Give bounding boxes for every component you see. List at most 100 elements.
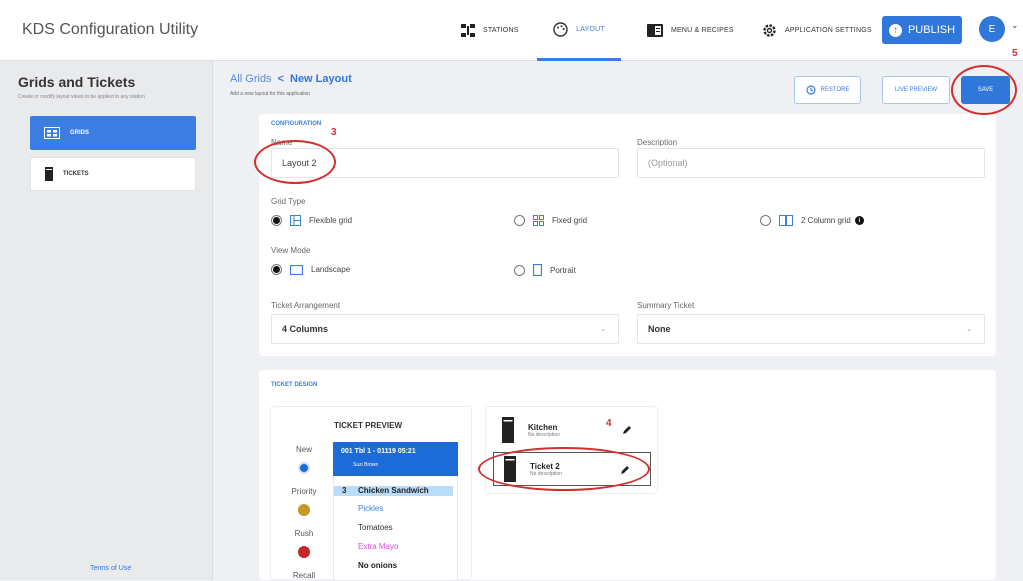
legend-priority-dot xyxy=(298,504,310,516)
flexible-grid-icon xyxy=(290,215,301,226)
ticket-template-desc: No description xyxy=(528,431,560,438)
stations-icon xyxy=(461,24,475,37)
radio-button[interactable] xyxy=(514,264,525,276)
nav-label-menu-recipes: MENU & RECIPES xyxy=(671,27,734,34)
nav-tab-layout[interactable]: LAYOUT xyxy=(537,0,621,61)
ticket-template-name: Kitchen xyxy=(528,422,558,432)
live-preview-button[interactable]: LIVE PREVIEW xyxy=(882,76,950,104)
annotation-circle-name xyxy=(254,140,336,184)
annotation-number-3: 3 xyxy=(331,127,337,138)
legend-rush-label: Rush xyxy=(294,529,314,538)
info-icon[interactable]: i xyxy=(854,216,864,225)
radio-landscape[interactable]: Landscape xyxy=(271,264,350,275)
ticket-modifier: Extra Mayo xyxy=(358,542,399,551)
configuration-section-title: CONFIGURATION xyxy=(271,121,322,127)
annotation-circle-save xyxy=(951,65,1017,115)
two-column-grid-icon xyxy=(779,215,793,226)
ticket-template-kitchen[interactable]: Kitchen No description xyxy=(492,413,652,447)
sidebar-title: Grids and Tickets xyxy=(18,74,136,90)
two-column-grid-label: 2 Column grid xyxy=(801,216,851,225)
annotation-circle-ticket xyxy=(478,447,650,491)
radio-button-selected[interactable] xyxy=(271,215,282,226)
ticket-modifier: Pickles xyxy=(358,504,384,513)
grid-icon xyxy=(44,127,60,139)
terms-of-use-link[interactable]: Terms of Use xyxy=(90,565,131,572)
nav-label-layout: LAYOUT xyxy=(576,25,605,33)
summary-ticket-value: None xyxy=(648,324,671,334)
nav-label-stations: STATIONS xyxy=(483,27,519,34)
radio-button[interactable] xyxy=(514,215,525,226)
ticket-item-name: Chicken Sandwich xyxy=(358,486,429,495)
top-bar: KDS Configuration Utility STATIONS LAYOU… xyxy=(0,0,1023,61)
legend-priority-label: Priority xyxy=(291,487,317,496)
fixed-grid-label: Fixed grid xyxy=(552,216,588,225)
publish-label: PUBLISH xyxy=(907,24,956,36)
ticket-arrangement-label: Ticket Arrangement xyxy=(271,301,341,310)
ticket-design-section-title: TICKET DESIGN xyxy=(271,382,318,388)
ticket-header-customer: Suzi Brown xyxy=(353,462,379,468)
avatar[interactable]: E xyxy=(979,16,1005,42)
summary-ticket-label: Summary Ticket xyxy=(637,301,695,310)
view-mode-label: View Mode xyxy=(271,246,311,255)
grid-type-label: Grid Type xyxy=(271,197,306,206)
pencil-icon[interactable] xyxy=(622,425,632,435)
annotation-number-5: 5 xyxy=(1012,48,1018,59)
gear-icon xyxy=(763,24,776,37)
publish-button[interactable]: ↑ PUBLISH xyxy=(882,16,962,44)
page-subtitle: Add a new layout for this application xyxy=(230,91,311,97)
chevron-down-icon: ⌄ xyxy=(966,326,972,333)
ticket-icon xyxy=(45,167,53,181)
annotation-number-4: 4 xyxy=(606,418,612,429)
ticket-header-order: 001 Tbl 1 - 01119 05:21 xyxy=(341,448,416,455)
sidebar-item-label: GRIDS xyxy=(70,130,90,136)
breadcrumb-all-grids[interactable]: All Grids xyxy=(230,73,272,85)
ticket-modifier: No onions xyxy=(358,561,398,570)
palette-icon xyxy=(553,21,568,37)
nav-tab-stations[interactable]: STATIONS xyxy=(461,0,519,61)
sidebar-item-grids[interactable]: GRIDS xyxy=(30,116,196,150)
ticket-preview-body: 3 Chicken Sandwich Pickles Tomatoes Extr… xyxy=(333,476,458,581)
landscape-label: Landscape xyxy=(311,265,351,274)
description-label: Description xyxy=(637,138,678,147)
restore-button[interactable]: RESTORE xyxy=(794,76,861,104)
sidebar-item-label: TICKETS xyxy=(63,171,89,177)
history-icon xyxy=(805,85,816,95)
back-chevron-icon[interactable]: < xyxy=(278,73,284,85)
legend-recall-label: Recall xyxy=(292,571,316,580)
sidebar: Grids and Tickets Create or modify layou… xyxy=(0,61,213,580)
radio-button[interactable] xyxy=(760,215,771,226)
nav-tab-menu-recipes[interactable]: MENU & RECIPES xyxy=(647,0,734,61)
radio-flexible-grid[interactable]: Flexible grid xyxy=(271,215,352,226)
legend-rush-dot xyxy=(298,546,310,558)
sidebar-subtitle: Create or modify layout views to be appl… xyxy=(18,94,145,100)
upload-icon: ↑ xyxy=(888,23,902,37)
legend-new-label: New xyxy=(295,445,312,454)
radio-two-column-grid[interactable]: 2 Column grid i xyxy=(760,215,864,226)
chevron-down-icon[interactable]: ⌄ xyxy=(1011,20,1019,31)
landscape-icon xyxy=(290,264,303,275)
nav-label-application-settings: APPLICATION SETTINGS xyxy=(785,27,872,34)
nav-tab-application-settings[interactable]: APPLICATION SETTINGS xyxy=(762,0,872,61)
ticket-preview-header: 001 Tbl 1 - 01119 05:21 Suzi Brown xyxy=(333,442,458,476)
legend-new-dot xyxy=(298,462,310,474)
flexible-grid-label: Flexible grid xyxy=(309,216,353,225)
ticket-preview-panel: TICKET PREVIEW New Priority Rush Recall … xyxy=(270,406,472,581)
radio-portrait[interactable]: Portrait xyxy=(514,264,576,276)
ticket-modifier: Tomatoes xyxy=(358,523,393,532)
portrait-label: Portrait xyxy=(550,265,576,275)
radio-button-selected[interactable] xyxy=(271,264,282,275)
ticket-item-qty: 3 xyxy=(342,486,347,495)
radio-fixed-grid[interactable]: Fixed grid xyxy=(514,215,587,226)
ticket-preview-title: TICKET PREVIEW xyxy=(334,421,403,430)
restore-label: RESTORE xyxy=(820,87,850,93)
description-field[interactable]: (Optional) xyxy=(637,148,985,178)
fixed-grid-icon xyxy=(533,215,544,226)
ticket-arrangement-value: 4 Columns xyxy=(282,324,329,334)
app-title: KDS Configuration Utility xyxy=(22,21,199,38)
sidebar-item-tickets[interactable]: TICKETS xyxy=(30,157,196,191)
breadcrumb-current: New Layout xyxy=(290,73,352,85)
ticket-icon xyxy=(502,417,514,443)
summary-ticket-select[interactable]: None ⌄ xyxy=(637,314,985,344)
ticket-arrangement-select[interactable]: 4 Columns ⌄ xyxy=(271,314,619,344)
portrait-icon xyxy=(533,264,542,276)
